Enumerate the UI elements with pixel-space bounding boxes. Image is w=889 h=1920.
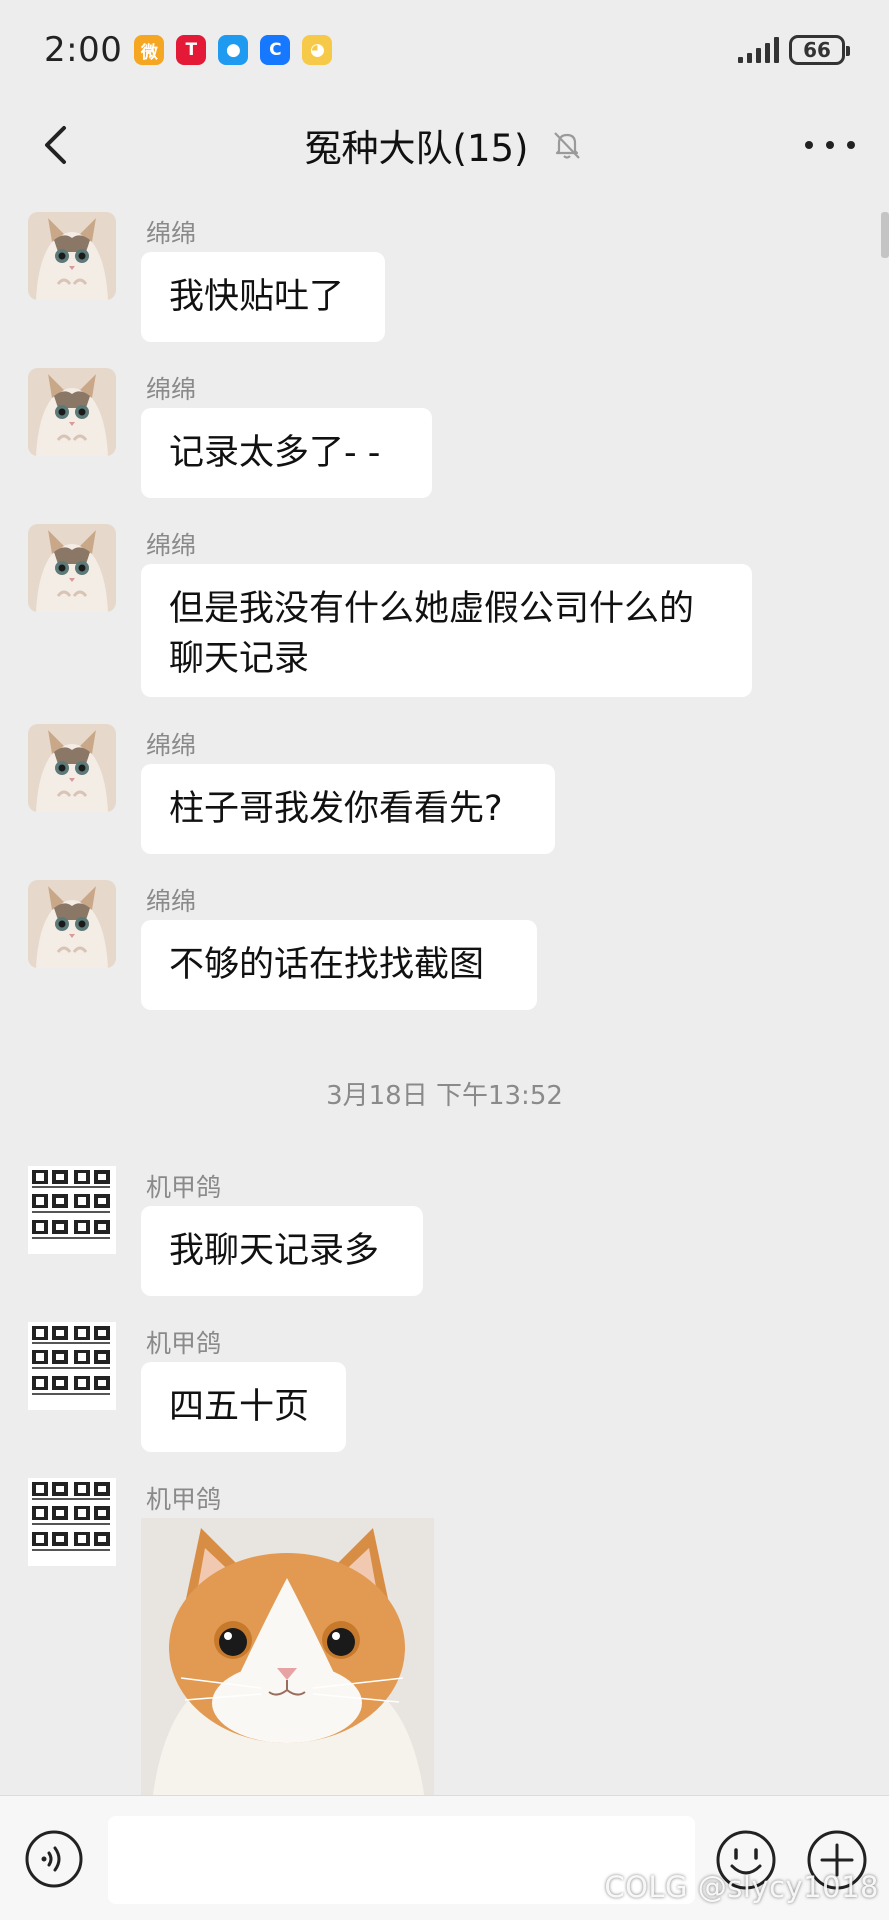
message-bubble[interactable]: 我快贴吐了 [141, 252, 385, 342]
tesla-icon: T [176, 35, 207, 65]
browser-icon: C [260, 35, 291, 65]
battery-level: 66 [803, 38, 831, 62]
game-icon: ◕ [302, 35, 333, 65]
input-bar: COLG @slycy1018 [0, 1795, 889, 1920]
more-options-icon[interactable] [805, 130, 855, 160]
message-bubble[interactable]: 记录太多了- - [141, 408, 432, 498]
sender-name: 机甲鸽 [146, 1329, 222, 1358]
chat-timestamp: 3月18日 下午13:52 [326, 1081, 563, 1111]
back-icon[interactable] [30, 118, 84, 172]
avatar[interactable] [28, 1166, 116, 1254]
message-bubble[interactable]: 但是我没有什么她虚假公司什么的 聊天记录 [141, 564, 752, 697]
avatar[interactable] [28, 368, 116, 456]
sender-name: 绵绵 [146, 375, 197, 404]
chat-header: 冤种大队(15) [0, 100, 889, 190]
message-bubble[interactable]: 四五十页 [141, 1362, 346, 1452]
battery-indicator: 66 [789, 35, 850, 65]
message-bubble[interactable]: 柱子哥我发你看看先? [141, 764, 555, 854]
signal-icon [738, 37, 779, 63]
avatar[interactable] [28, 212, 116, 300]
message-icon: ● [218, 35, 249, 65]
avatar[interactable] [28, 880, 116, 968]
status-right: 66 [738, 35, 850, 65]
notification-icons: 微 T ● C ◕ [134, 35, 333, 65]
message-line: 但是我没有什么她虚假公司什么的 [169, 589, 695, 629]
status-bar: 2:00 微 T ● C ◕ 66 [0, 0, 889, 100]
weibo-icon: 微 [134, 35, 165, 65]
avatar[interactable] [28, 1478, 116, 1566]
chat-title: 冤种大队(15) [304, 127, 529, 170]
sender-name: 绵绵 [146, 531, 197, 560]
sender-name: 绵绵 [146, 887, 197, 916]
message-bubble[interactable]: 我聊天记录多 [141, 1206, 423, 1296]
message-line: 聊天记录 [169, 639, 310, 679]
watermark: COLG @slycy1018 [604, 1870, 879, 1904]
message-bubble[interactable]: 不够的话在找找截图 [141, 920, 537, 1010]
sender-name: 机甲鸽 [146, 1173, 222, 1202]
voice-input-icon[interactable] [23, 1828, 85, 1890]
sender-name: 机甲鸽 [146, 1485, 222, 1514]
title-wrap: 冤种大队(15) [305, 118, 585, 172]
cat-photo [141, 1518, 434, 1810]
sender-name: 绵绵 [146, 731, 197, 760]
avatar[interactable] [28, 524, 116, 612]
mute-bell-icon [554, 132, 581, 159]
avatar[interactable] [28, 1322, 116, 1410]
scrollbar[interactable] [881, 212, 889, 258]
status-time: 2:00 [44, 30, 123, 70]
image-message[interactable] [141, 1518, 434, 1810]
sender-name: 绵绵 [146, 219, 197, 248]
avatar[interactable] [28, 724, 116, 812]
